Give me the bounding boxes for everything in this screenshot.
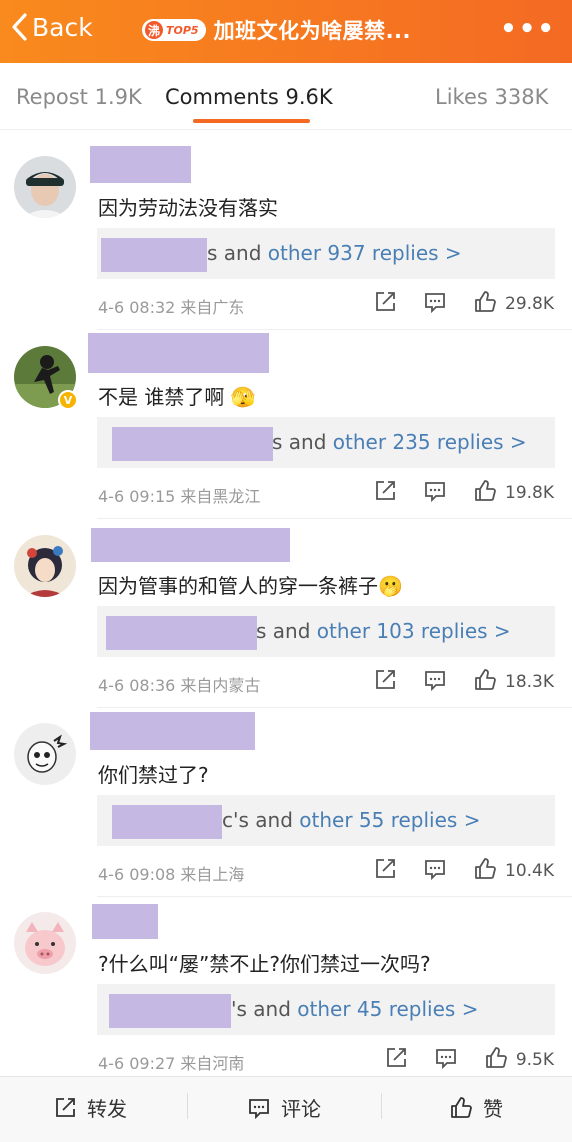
comment-actions: 19.8K bbox=[347, 479, 554, 507]
tab-comments[interactable]: Comments 9.6K bbox=[165, 85, 333, 109]
comment-icon[interactable] bbox=[434, 1046, 458, 1074]
repost-icon[interactable] bbox=[373, 479, 397, 507]
comment-icon bbox=[249, 1098, 269, 1119]
verified-badge: V bbox=[58, 390, 78, 410]
repost-icon[interactable] bbox=[384, 1046, 408, 1074]
like-count: 9.5K bbox=[515, 1050, 554, 1070]
like-icon[interactable] bbox=[473, 290, 497, 318]
reply-usernames-redacted bbox=[112, 427, 273, 461]
replies-summary: s and other 103 replies > bbox=[256, 619, 511, 643]
like-icon[interactable] bbox=[473, 479, 497, 507]
hot-rank-badge: 沸 TOP5 bbox=[142, 19, 206, 41]
comment-icon[interactable] bbox=[423, 668, 447, 696]
reply-usernames-redacted bbox=[106, 616, 257, 650]
like-button[interactable]: 赞 bbox=[449, 1093, 503, 1122]
comment-actions: 10.4K bbox=[347, 857, 554, 885]
replies-preview[interactable]: s and other 235 replies > bbox=[97, 417, 555, 468]
avatar-photo-girl-cap[interactable] bbox=[14, 156, 76, 218]
title-area: 沸 TOP5 加班文化为啥屡禁... bbox=[142, 15, 411, 45]
comment-actions: 9.5K bbox=[358, 1046, 554, 1074]
username-redacted[interactable] bbox=[90, 146, 191, 183]
comment-icon[interactable] bbox=[423, 290, 447, 318]
view-replies-link[interactable]: other 235 replies > bbox=[333, 430, 527, 454]
like-icon[interactable] bbox=[473, 668, 497, 696]
page-title: 加班文化为啥屡禁... bbox=[213, 19, 412, 43]
back-button[interactable]: Back bbox=[10, 12, 93, 42]
repost-button[interactable]: 转发 bbox=[53, 1093, 127, 1122]
tab-repost[interactable]: Repost 1.9K bbox=[16, 85, 142, 109]
comment-item: 因为管事的和管人的穿一条裤子🫢 s and other 103 replies … bbox=[0, 519, 572, 708]
comment-meta: 4-6 09:08 来自上海 bbox=[98, 865, 245, 884]
comment-meta: 4-6 08:36 来自内蒙古 bbox=[98, 676, 261, 695]
active-tab-indicator bbox=[193, 119, 310, 123]
comment-meta: 4-6 08:32 来自广东 bbox=[98, 298, 245, 317]
username-redacted[interactable] bbox=[90, 712, 255, 750]
replies-preview[interactable]: c's and other 55 replies > bbox=[97, 795, 555, 846]
like-count: 10.4K bbox=[505, 861, 554, 881]
comment-meta: 4-6 09:15 来自黑龙江 bbox=[98, 487, 261, 506]
chevron-left-icon bbox=[12, 13, 27, 41]
repost-icon[interactable] bbox=[373, 668, 397, 696]
more-options-button[interactable]: ••• bbox=[500, 14, 556, 44]
comment-label: 评论 bbox=[281, 1097, 321, 1121]
replies-preview[interactable]: s and other 937 replies > bbox=[97, 228, 555, 279]
divider bbox=[381, 1093, 382, 1119]
repost-icon bbox=[56, 1097, 75, 1117]
emoji-hand-over-mouth: 🫢 bbox=[378, 574, 403, 598]
repost-label: 转发 bbox=[87, 1097, 127, 1121]
replies-summary: c's and other 55 replies > bbox=[222, 808, 481, 832]
tab-bar: Repost 1.9K Comments 9.6K Likes 338K bbox=[0, 63, 572, 130]
tab-likes[interactable]: Likes 338K bbox=[435, 85, 548, 109]
replies-summary: 's and other 45 replies > bbox=[231, 997, 479, 1021]
username-redacted[interactable] bbox=[91, 528, 290, 562]
comment-button[interactable]: 评论 bbox=[247, 1093, 321, 1122]
reply-usernames-redacted bbox=[112, 805, 222, 839]
comment-text: 因为劳动法没有落实 bbox=[98, 196, 278, 220]
comment-item: V 不是 谁禁了啊 🫣 s and other 235 replies > 4-… bbox=[0, 330, 572, 519]
bottom-action-bar: 转发 评论 赞 bbox=[0, 1076, 572, 1142]
comment-meta: 4-6 09:27 来自河南 bbox=[98, 1054, 245, 1073]
comment-text: 不是 谁禁了啊 🫣 bbox=[98, 385, 256, 409]
like-count: 18.3K bbox=[505, 672, 554, 692]
comment-icon[interactable] bbox=[423, 479, 447, 507]
emoji-peeking: 🫣 bbox=[230, 385, 256, 409]
comment-actions: 29.8K bbox=[347, 290, 554, 318]
username-redacted[interactable] bbox=[92, 904, 158, 939]
hot-badge-icon: 沸 bbox=[145, 21, 163, 39]
view-replies-link[interactable]: other 55 replies > bbox=[299, 808, 480, 832]
divider bbox=[187, 1093, 188, 1119]
like-count: 29.8K bbox=[505, 294, 554, 314]
view-replies-link[interactable]: other 103 replies > bbox=[317, 619, 511, 643]
avatar-cartoon-skull[interactable] bbox=[14, 723, 76, 785]
avatar-illustration-girl[interactable] bbox=[14, 535, 76, 597]
comment-text: ?什么叫“屡”禁不止?你们禁过一次吗? bbox=[98, 952, 431, 976]
like-label: 赞 bbox=[483, 1097, 503, 1121]
reply-usernames-redacted bbox=[101, 238, 207, 272]
comment-actions: 18.3K bbox=[347, 668, 554, 696]
replies-preview[interactable]: 's and other 45 replies > bbox=[97, 984, 555, 1035]
view-replies-link[interactable]: other 45 replies > bbox=[297, 997, 478, 1021]
comment-icon[interactable] bbox=[423, 857, 447, 885]
like-icon[interactable] bbox=[484, 1046, 508, 1074]
back-label: Back bbox=[32, 12, 93, 42]
like-icon[interactable] bbox=[473, 857, 497, 885]
comment-item: ?什么叫“屡”禁不止?你们禁过一次吗? 's and other 45 repl… bbox=[0, 897, 572, 1076]
avatar-pig-face[interactable] bbox=[14, 912, 76, 974]
replies-preview[interactable]: s and other 103 replies > bbox=[97, 606, 555, 657]
top-bar: Back 沸 TOP5 加班文化为啥屡禁... ••• bbox=[0, 0, 572, 63]
like-count: 19.8K bbox=[505, 483, 554, 503]
repost-icon[interactable] bbox=[373, 290, 397, 318]
username-redacted[interactable] bbox=[88, 333, 269, 373]
hot-rank-label: TOP5 bbox=[166, 23, 199, 37]
comment-item: 你们禁过了? c's and other 55 replies > 4-6 09… bbox=[0, 708, 572, 897]
replies-summary: s and other 235 replies > bbox=[272, 430, 527, 454]
comment-item: 因为劳动法没有落实 s and other 937 replies > 4-6 … bbox=[0, 130, 572, 330]
reply-usernames-redacted bbox=[109, 994, 231, 1028]
like-icon bbox=[451, 1096, 472, 1118]
replies-summary: s and other 937 replies > bbox=[207, 241, 462, 265]
comment-text: 你们禁过了? bbox=[98, 763, 209, 787]
repost-icon[interactable] bbox=[373, 857, 397, 885]
view-replies-link[interactable]: other 937 replies > bbox=[268, 241, 462, 265]
comment-text: 因为管事的和管人的穿一条裤子🫢 bbox=[98, 574, 403, 598]
